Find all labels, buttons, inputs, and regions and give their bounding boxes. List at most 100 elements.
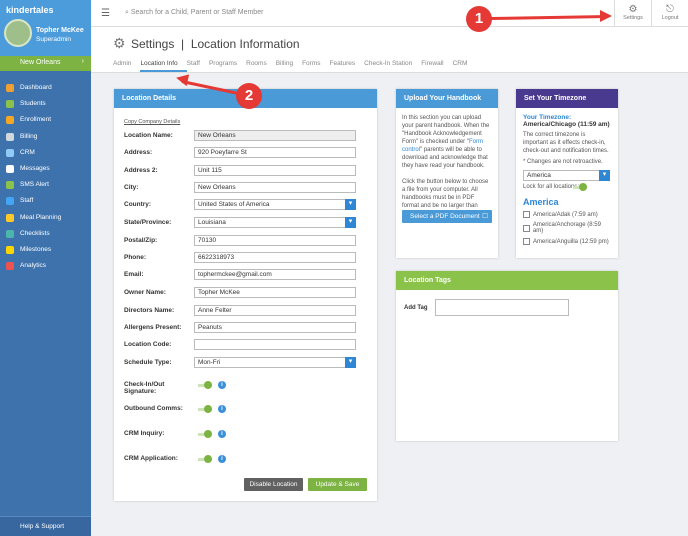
toggle-switch[interactable] [198,430,212,438]
copy-company-details-link[interactable]: Copy Company Details [124,119,180,125]
toggle-label: Outbound Comms: [124,405,183,412]
tab-check-in-station[interactable]: Check-In Station [364,60,421,72]
select-pdf-button[interactable]: Select a PDF Document ☐ [402,210,492,223]
checkbox[interactable] [523,224,530,232]
tab-forms[interactable]: Forms [302,60,329,72]
info-icon[interactable]: i [218,405,226,413]
lock-toggle[interactable] [573,183,587,191]
annotation-badge-1: 1 [466,6,492,32]
toggle-switch[interactable] [198,455,212,463]
arrow-head-icon [600,10,612,22]
nav-icon [6,116,14,125]
field-label: Allergens Present: [124,324,182,331]
tab-programs[interactable]: Programs [209,60,246,72]
arrow-head-icon [174,71,190,87]
field-input[interactable]: tophermckee@gmail.com [194,269,356,280]
timezone-option[interactable]: America/Anchorage (8:59 am) [523,222,611,234]
nav-icon [6,213,14,222]
logout-button[interactable]: ⎋ Logout [651,0,688,27]
disable-location-button[interactable]: Disable Location [244,478,303,491]
field-input[interactable]: 920 Poeyfarre St [194,147,356,158]
add-tag-input[interactable] [435,299,569,316]
field-input[interactable]: Topher McKee [194,287,356,298]
sidebar-item-students[interactable]: Students [0,96,91,112]
tab-admin[interactable]: Admin [113,60,140,72]
sidebar-item-meal-planning[interactable]: Meal Planning [0,210,91,226]
field-input[interactable]: Unit 115 [194,165,356,176]
tab-firewall[interactable]: Firewall [421,60,452,72]
sidebar-item-crm[interactable]: CRM [0,145,91,161]
settings-button[interactable]: ⚙ Settings [614,0,651,27]
update-save-button[interactable]: Update & Save [308,478,367,491]
info-icon[interactable]: i [218,430,226,438]
sidebar-item-staff[interactable]: Staff [0,193,91,209]
file-icon: ☐ [482,213,488,220]
field-label: City: [124,184,139,191]
settings-label: Settings [623,15,643,21]
field-input[interactable]: Anne Felter [194,305,356,316]
checkbox[interactable] [523,238,530,245]
user-name: Topher McKee [36,27,84,34]
field-label: Location Name: [124,132,173,139]
logout-label: Logout [661,15,679,21]
sidebar-item-billing[interactable]: Billing [0,129,91,145]
sidebar-item-analytics[interactable]: Analytics [0,258,91,274]
timezone-option[interactable]: America/Anguilla (12:59 pm) [523,238,611,245]
nav-icon [6,181,14,190]
help-support-link[interactable]: Help & Support [0,516,91,536]
timezone-desc: The correct timezone is important as it … [523,132,609,154]
sidebar-item-messages[interactable]: Messages [0,161,91,177]
menu-icon[interactable]: ☰ [101,8,110,19]
checkbox[interactable] [523,211,530,218]
field-input[interactable]: New Orleans [194,182,356,193]
nav-icon [6,245,14,254]
info-icon[interactable]: i [218,455,226,463]
location-switcher[interactable]: New Orleans [0,56,91,71]
topbar: ☰ ⌕ Search for a Child, Parent or Staff … [91,0,688,27]
field-input[interactable]: Peanuts [194,322,356,333]
timezone-value: America/Chicago (11:59 am) [523,121,610,128]
tab-crm[interactable]: CRM [453,60,477,72]
sidebar-item-sms-alert[interactable]: SMS Alert [0,177,91,193]
search-placeholder: Search for a Child, Parent or Staff Memb… [130,9,264,16]
field-label: Schedule Type: [124,359,172,366]
sidebar-item-label: Staff [20,197,34,205]
panel-title: Upload Your Handbook [396,89,498,108]
info-icon[interactable]: i [218,381,226,389]
sidebar-item-label: Billing [20,132,38,140]
field-label: Address: [124,149,153,156]
tab-rooms[interactable]: Rooms [246,60,276,72]
search-input[interactable]: ⌕ Search for a Child, Parent or Staff Me… [125,9,263,17]
region-select[interactable]: America [523,170,610,181]
sidebar-item-label: CRM [20,148,35,156]
field-input[interactable] [194,339,356,350]
timezone-label: Your Timezone: [523,114,572,121]
nav-icon [6,262,14,271]
toggle-label: Check-In/Out Signature: [124,381,165,395]
sidebar-item-milestones[interactable]: Milestones [0,242,91,258]
toggle-switch[interactable] [198,381,212,389]
sidebar-item-label: Enrollment [20,116,52,124]
toggle-switch[interactable] [198,405,212,413]
field-input[interactable]: 6622318973 [194,252,356,263]
toggle-label: CRM Inquiry: [124,430,165,437]
tab-location-info[interactable]: Location Info [140,60,187,72]
timezone-option[interactable]: America/Adak (7:59 am) [523,211,611,218]
tab-features[interactable]: Features [329,60,364,72]
tab-staff[interactable]: Staff [187,60,209,72]
field-input[interactable]: Louisiana [194,217,356,228]
sidebar-item-dashboard[interactable]: Dashboard [0,80,91,96]
lock-locations: Lock for all locations: [523,183,611,191]
avatar[interactable] [4,19,32,47]
page-title: Settings | Location Information [131,37,300,51]
field-label: Location Code: [124,341,172,348]
sidebar-item-checklists[interactable]: Checklists [0,226,91,242]
sidebar-item-enrollment[interactable]: Enrollment [0,112,91,128]
field-input[interactable]: 70130 [194,235,356,246]
field-input[interactable]: United States of America [194,199,356,210]
region-heading: America [523,197,559,207]
field-input[interactable]: Mon-Fri [194,357,356,368]
field-label: Address 2: [124,167,158,174]
field-input[interactable]: New Orleans [194,130,356,141]
tab-billing[interactable]: Billing [276,60,302,72]
